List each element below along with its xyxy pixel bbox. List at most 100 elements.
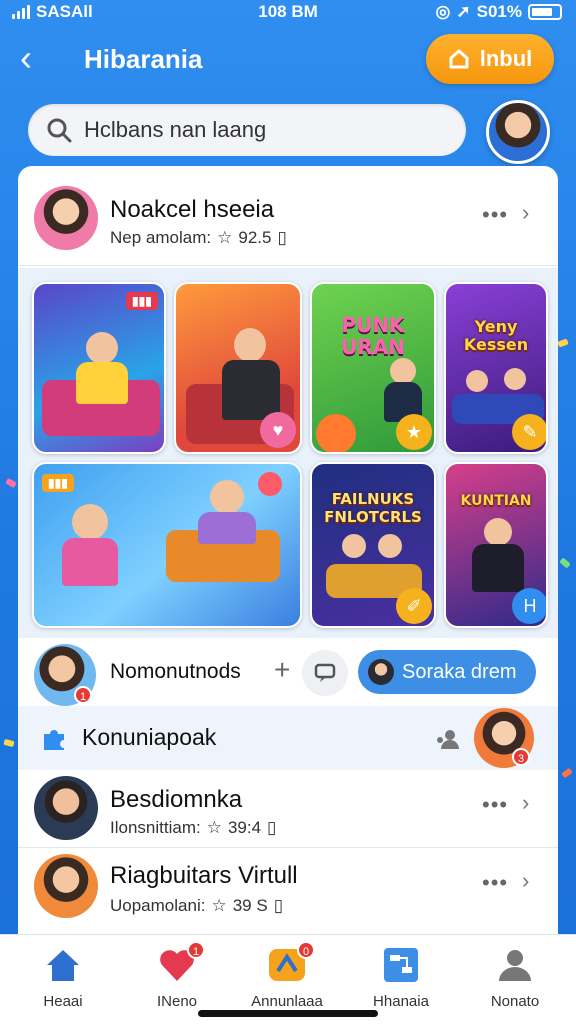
message-button[interactable] [302,650,348,696]
page-title: Hibarania [84,44,203,74]
like-icon: ☆ [217,228,233,247]
profile-avatar [34,186,98,250]
home-icon [43,945,83,985]
chevron-right-icon[interactable]: › [522,790,529,816]
list-item[interactable]: Besdiomnka Ilonsnittiam: ☆ 39:4 ▯ ••• › [18,770,558,848]
game-tile[interactable]: ▮▮▮ [32,282,166,454]
list-avatar [34,776,98,840]
nav-badge: 0 [297,941,315,959]
search-input[interactable]: Hclbans nan laang [28,104,466,156]
list-stat: 39 S [232,896,268,915]
back-arrow-icon[interactable]: ‹ [20,40,50,80]
status-bar: SASAll 108 BM ◎ ➚ S01% [0,0,576,26]
pencil-badge-icon: ✐ [396,588,432,624]
more-icon[interactable]: ••• [482,202,508,228]
nav-home[interactable]: Heaai [8,945,118,1010]
nav-board[interactable]: Hhanaia [346,945,456,1010]
list-subtitle-text: Ilonsnittiam: [110,818,201,837]
chevron-right-icon[interactable]: › [522,868,529,894]
list-avatar [34,854,98,918]
heart-icon: 1 [157,941,205,985]
tile-title: KUNTIAN [460,493,532,509]
game-tile[interactable]: Yeny Kessen ✎ [444,282,548,454]
profile-subtitle: Nep amolam: ☆ 92.5 ▯ [110,228,287,248]
profile-name: Noakcel hseeia [110,196,275,223]
more-icon[interactable]: ••• [482,792,508,818]
heart-badge-icon: ♥ [260,412,296,448]
friends-row: 1 Nomonutnods + Soraka drem [18,640,558,710]
tile-title: FAILNUKS FNLOTCRLS [324,490,422,526]
list-subtitle: Ilonsnittiam: ☆ 39:4 ▯ [110,818,276,838]
location-icon: ◎ [435,2,451,21]
app-header: ‹ Hibarania lnbul [0,30,576,90]
confetti [561,767,573,779]
more-icon[interactable]: ••• [482,870,508,896]
board-icon [381,945,421,985]
bookmark-icon: ▯ [277,228,287,247]
add-icon[interactable]: + [274,654,290,686]
person-icon [495,945,535,985]
profile-row[interactable]: Noakcel hseeia Nep amolam: ☆ 92.5 ▯ ••• … [18,166,558,266]
community-label: Konuniapoak [82,724,217,750]
nav-label: Annunlaaa [251,993,323,1010]
nav-label: Nonato [490,993,540,1010]
confetti [5,477,17,489]
nav-announcements[interactable]: 0 Annunlaaa [232,941,342,1010]
community-row[interactable]: Konuniapoak 3 [18,706,558,770]
game-grid: ▮▮▮ ♥ PUNK URAN ★ Yeny Kessen ✎ ▮▮▮ FAIL… [18,268,558,638]
game-tile[interactable]: ♥ [174,282,302,454]
profile-stat: 92.5 [238,228,272,247]
bookmark-icon: ▯ [273,896,284,915]
list-subtitle-text: Uopamolani: [110,896,206,915]
search-placeholder: Hclbans nan laang [84,117,267,142]
chevron-right-icon[interactable]: › [522,200,529,226]
nav-profile[interactable]: Nonato [460,945,570,1010]
wifi-icon: ➚ [456,2,471,21]
battery-icon [528,4,562,20]
community-badge: 3 [512,748,530,766]
list-stat: 39:4 [227,818,262,837]
confetti [559,557,571,569]
list-name: Besdiomnka [110,786,243,813]
tile-tag: ▮▮▮ [42,474,74,492]
people-icon[interactable] [434,728,460,750]
nav-badge: 1 [187,941,205,959]
header-action-button[interactable]: lnbul [426,34,554,84]
battery-percent: S01% [476,2,522,21]
nav-label: INeno [156,993,198,1010]
search-icon [47,118,72,143]
confetti [3,738,15,748]
home-indicator [198,1010,378,1017]
user-avatar[interactable] [486,100,550,164]
game-tile[interactable]: PUNK URAN ★ [310,282,436,454]
list-name: Riagbuitars Virtull [110,862,298,889]
puzzle-icon [44,730,64,750]
star-badge-icon: ★ [396,414,432,450]
like-icon: ☆ [206,818,222,837]
chat-icon [314,663,336,682]
open-room-button[interactable]: Soraka drem [358,650,536,694]
main-card: Noakcel hseeia Nep amolam: ☆ 92.5 ▯ ••• … [18,166,558,956]
nav-label: Heaai [43,993,83,1010]
tile-title: Yeny Kessen [463,317,529,354]
bookmark-icon: ▯ [267,818,277,837]
profile-subtitle-text: Nep amolam: [110,228,212,247]
letter-badge-icon: H [512,588,546,624]
game-tile[interactable]: ▮▮▮ [32,462,302,628]
tile-title: PUNK URAN [341,313,405,359]
pill-avatar [368,659,394,685]
pill-label: Soraka drem [402,660,517,683]
game-badge-icon: ✎ [512,414,546,450]
header-action-label: lnbul [479,46,533,71]
like-icon: ☆ [211,896,227,915]
nav-label: Hhanaia [373,993,429,1010]
list-item[interactable]: Riagbuitars Virtull Uopamolani: ☆ 39 S ▯… [18,848,558,926]
nav-likes[interactable]: 1 INeno [122,941,232,1010]
friends-label: Nomonutnods [110,660,241,683]
confetti [557,338,569,348]
game-tile[interactable]: KUNTIAN H [444,462,548,628]
friends-badge: 1 [74,686,92,704]
list-subtitle: Uopamolani: ☆ 39 S ▯ [110,896,283,916]
game-tile[interactable]: FAILNUKS FNLOTCRLS ✐ [310,462,436,628]
tile-tag: ▮▮▮ [126,292,158,310]
